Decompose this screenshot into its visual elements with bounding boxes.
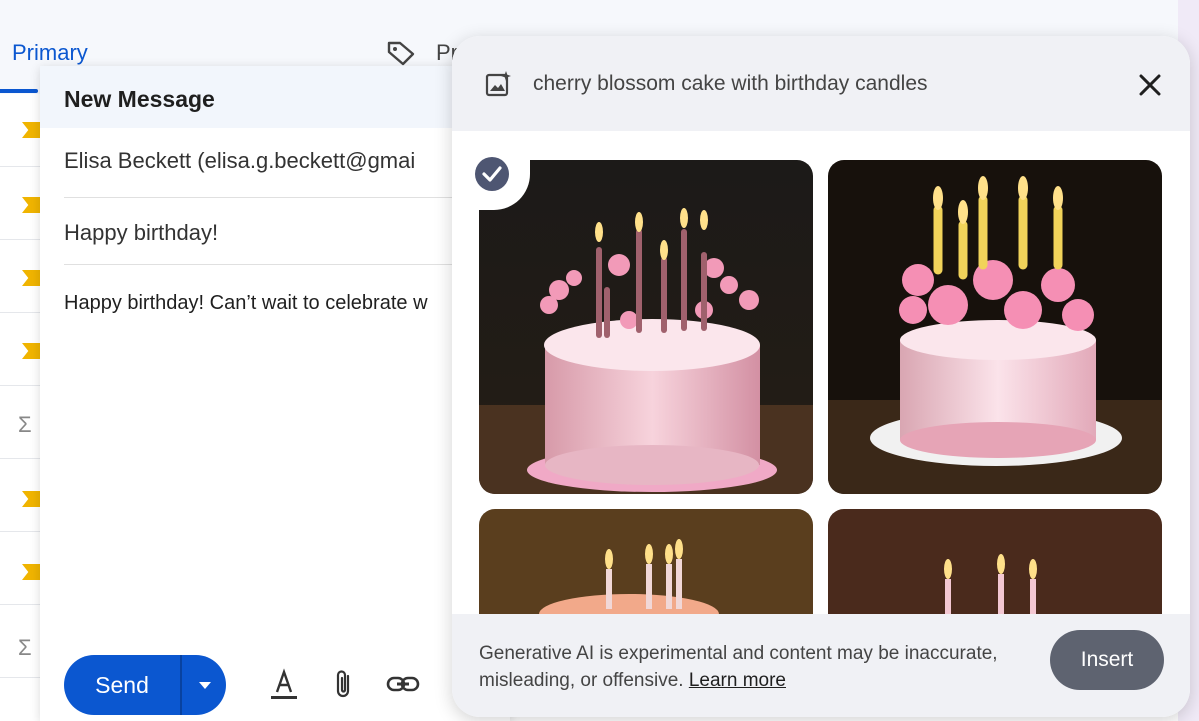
- important-marker-icon: [22, 270, 40, 286]
- subject-field[interactable]: Happy birthday!: [64, 220, 484, 246]
- text-format-icon[interactable]: [266, 666, 302, 702]
- email-row[interactable]: [0, 167, 40, 240]
- attach-icon[interactable]: [326, 666, 362, 702]
- email-row[interactable]: [0, 94, 40, 167]
- close-icon[interactable]: [1136, 71, 1164, 99]
- important-marker-icon: [22, 491, 40, 507]
- important-marker-icon: [22, 343, 40, 359]
- send-button-group: Send: [64, 655, 226, 715]
- selected-check-icon[interactable]: [472, 154, 512, 194]
- image-sparkle-icon: [485, 71, 511, 97]
- compose-header: New Message: [40, 66, 510, 128]
- panel-footer: Generative AI is experimental and conten…: [452, 614, 1190, 717]
- prompt-text[interactable]: cherry blossom cake with birthday candle…: [533, 72, 928, 96]
- divider: [64, 197, 484, 198]
- tab-primary-indicator: [0, 89, 38, 93]
- tab-primary[interactable]: Primary: [12, 40, 88, 66]
- important-marker-icon: [22, 564, 40, 580]
- learn-more-link[interactable]: Learn more: [689, 670, 786, 691]
- ai-disclaimer: Generative AI is experimental and conten…: [479, 640, 1029, 694]
- to-field[interactable]: Elisa Beckett (elisa.g.beckett@gmai: [64, 148, 484, 174]
- sigma-icon: Σ: [18, 635, 32, 660]
- email-row[interactable]: [0, 313, 40, 386]
- compose-title: New Message: [64, 86, 215, 112]
- tag-icon: [387, 41, 415, 66]
- email-row[interactable]: Σ: [0, 386, 40, 459]
- send-divider: [180, 655, 182, 715]
- divider: [64, 264, 484, 265]
- important-marker-icon: [22, 122, 40, 138]
- generated-image-3[interactable]: [479, 509, 813, 614]
- send-button[interactable]: Send: [64, 655, 180, 715]
- compose-window: New Message Elisa Beckett (elisa.g.becke…: [40, 66, 510, 721]
- email-row[interactable]: [0, 532, 40, 605]
- generated-image-4[interactable]: [828, 509, 1162, 614]
- important-marker-icon: [22, 197, 40, 213]
- email-row[interactable]: [0, 240, 40, 313]
- image-generation-panel: cherry blossom cake with birthday candle…: [452, 36, 1190, 717]
- email-row[interactable]: Σ: [0, 605, 40, 678]
- insert-button[interactable]: Insert: [1050, 630, 1164, 690]
- panel-header: cherry blossom cake with birthday candle…: [452, 36, 1190, 131]
- generated-image-1[interactable]: [479, 160, 813, 494]
- email-row[interactable]: [0, 459, 40, 532]
- sigma-icon: Σ: [18, 412, 32, 437]
- link-icon[interactable]: [385, 666, 421, 702]
- generated-image-2[interactable]: [828, 160, 1162, 494]
- send-options-icon[interactable]: [184, 655, 226, 715]
- message-body[interactable]: Happy birthday! Can’t wait to celebrate …: [64, 292, 484, 315]
